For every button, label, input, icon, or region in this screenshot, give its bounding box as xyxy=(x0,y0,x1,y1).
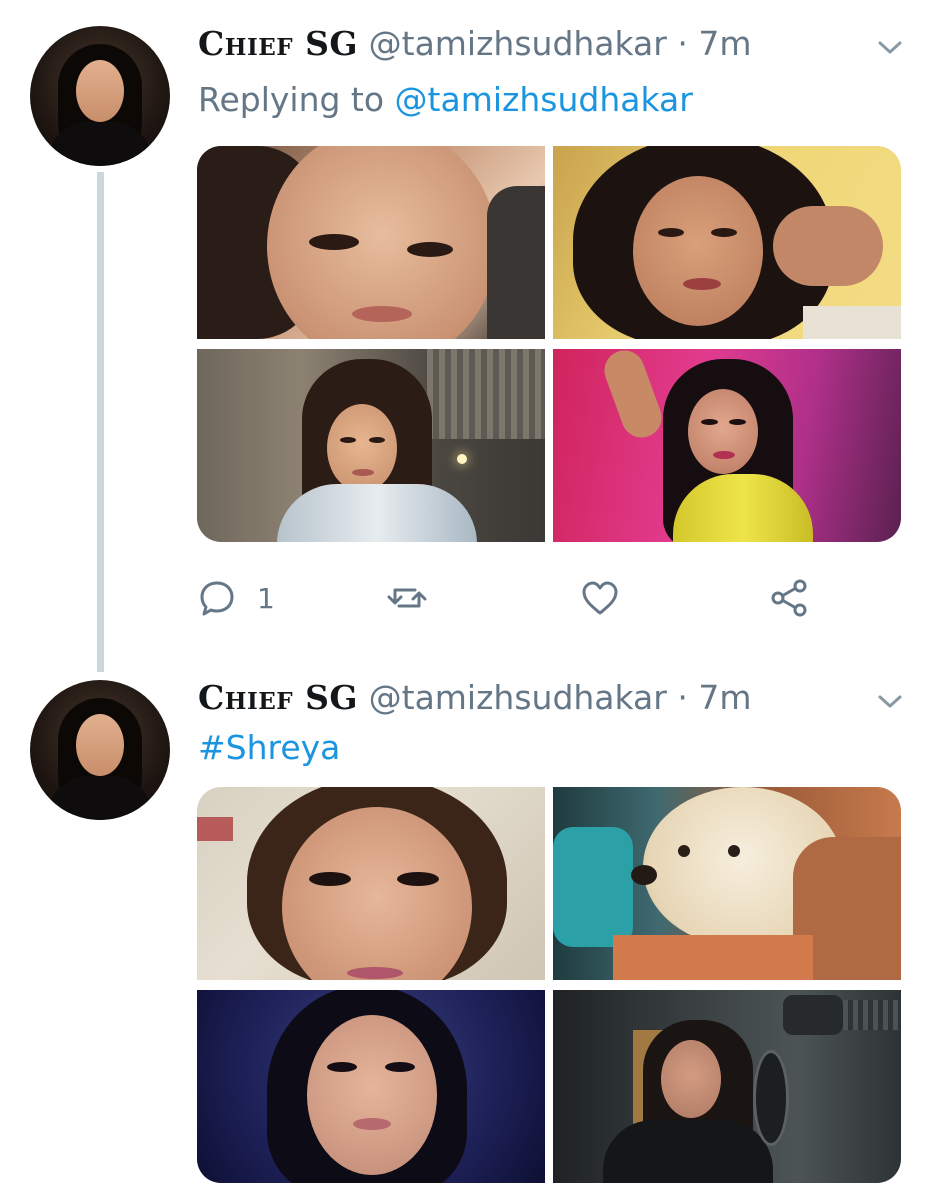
media-photo-5[interactable] xyxy=(197,787,545,980)
avatar[interactable] xyxy=(30,680,170,820)
replying-to-label: Replying to xyxy=(198,80,385,119)
hashtag-link[interactable]: #Shreya xyxy=(198,728,340,768)
like-icon xyxy=(582,581,618,615)
tweet-1[interactable]: Chief SG @tamizhsudhakar · 7m Replying t… xyxy=(0,0,932,670)
media-photo-3[interactable] xyxy=(197,349,545,542)
media-photo-6[interactable] xyxy=(553,787,901,980)
tweet-2[interactable]: Chief SG @tamizhsudhakar · 7m #Shreya xyxy=(0,670,932,1200)
media-grid xyxy=(197,146,901,542)
timestamp[interactable]: 7m xyxy=(698,678,751,717)
media-photo-1[interactable] xyxy=(197,146,545,339)
media-photo-4[interactable] xyxy=(553,349,901,542)
media-grid xyxy=(197,787,901,1183)
separator-dot: · xyxy=(677,678,688,717)
user-handle[interactable]: @tamizhsudhakar xyxy=(369,678,667,717)
display-name[interactable]: Chief SG xyxy=(198,24,358,63)
tweet-actions: 1 xyxy=(197,573,901,623)
reply-icon xyxy=(200,581,234,616)
chevron-down-icon[interactable] xyxy=(875,32,905,62)
mention-link[interactable]: @tamizhsudhakar xyxy=(395,80,693,119)
media-photo-2[interactable] xyxy=(553,146,901,339)
replying-to: Replying to @tamizhsudhakar xyxy=(198,80,693,120)
display-name[interactable]: Chief SG xyxy=(198,678,358,717)
like-button[interactable] xyxy=(580,573,620,623)
retweet-button[interactable] xyxy=(387,573,427,623)
reply-button[interactable]: 1 xyxy=(197,573,275,623)
user-handle[interactable]: @tamizhsudhakar xyxy=(369,24,667,63)
reply-count: 1 xyxy=(257,581,275,615)
chevron-down-icon[interactable] xyxy=(875,686,905,716)
retweet-icon xyxy=(387,588,427,608)
share-button[interactable] xyxy=(769,573,809,623)
media-photo-8[interactable] xyxy=(553,990,901,1183)
tweet-header: Chief SG @tamizhsudhakar · 7m xyxy=(198,678,752,718)
separator-dot: · xyxy=(677,24,688,63)
avatar[interactable] xyxy=(30,26,170,166)
timestamp[interactable]: 7m xyxy=(698,24,751,63)
media-photo-7[interactable] xyxy=(197,990,545,1183)
tweet-header: Chief SG @tamizhsudhakar · 7m xyxy=(198,24,752,64)
share-icon xyxy=(771,579,807,617)
